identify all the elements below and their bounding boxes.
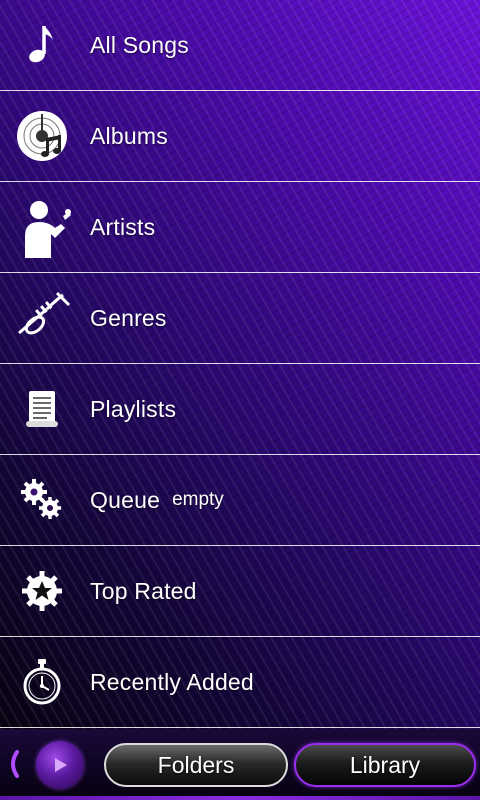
menu-item-recently-added[interactable]: Recently Added: [0, 637, 480, 728]
menu-item-label: Recently Added: [90, 668, 254, 695]
menu-item-top-rated[interactable]: Top Rated: [0, 546, 480, 637]
gears-icon: [11, 469, 73, 531]
music-library-screen: All Songs Albums Artists Genres Playlist…: [0, 0, 480, 800]
menu-item-label: Playlists: [90, 395, 177, 422]
stopwatch-icon: [11, 651, 73, 713]
menu-item-label: Artists: [90, 213, 156, 240]
scroll-list-icon: [11, 378, 73, 440]
star-badge-icon: [11, 560, 73, 622]
menu-item-genres[interactable]: Genres: [0, 273, 480, 364]
menu-item-label: Top Rated: [90, 577, 197, 604]
menu-item-queue[interactable]: Queue empty: [0, 455, 480, 546]
menu-item-label: Albums: [90, 122, 168, 149]
play-icon: [55, 758, 67, 772]
trumpet-icon: [11, 287, 73, 349]
bottom-navigation-bar: Folders Library: [0, 729, 480, 800]
menu-item-albums[interactable]: Albums: [0, 91, 480, 182]
library-menu: All Songs Albums Artists Genres Playlist…: [0, 0, 480, 728]
music-note-icon: [11, 14, 73, 76]
menu-item-label: Queue: [90, 486, 161, 513]
menu-item-label: Genres: [90, 304, 167, 331]
folders-tab-button[interactable]: Folders: [104, 743, 288, 787]
singer-icon: [11, 196, 73, 258]
album-disc-icon: [11, 105, 73, 167]
menu-item-label: All Songs: [90, 31, 189, 58]
folders-tab-label: Folders: [157, 751, 235, 778]
library-tab-button[interactable]: Library: [294, 743, 476, 787]
library-tab-label: Library: [349, 751, 421, 778]
queue-status-text: empty: [172, 489, 224, 510]
chevron-left-icon[interactable]: [6, 749, 24, 779]
menu-item-playlists[interactable]: Playlists: [0, 364, 480, 455]
menu-item-all-songs[interactable]: All Songs: [0, 0, 480, 91]
menu-item-artists[interactable]: Artists: [0, 182, 480, 273]
play-button[interactable]: [36, 741, 84, 789]
